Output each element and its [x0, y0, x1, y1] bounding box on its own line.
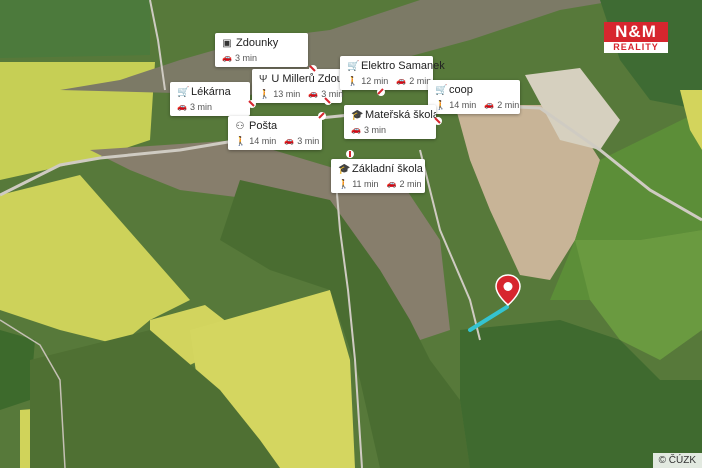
- walk-icon: 🚶: [338, 179, 350, 189]
- field-green-bl: [0, 330, 35, 410]
- car-time: 2 min: [399, 179, 422, 189]
- brand-logo-text: REALITY: [604, 42, 668, 53]
- poi-name: Pošta: [249, 120, 278, 132]
- poi-posta[interactable]: ⚇ Pošta 🚶 14 min 🚗 3 min: [228, 116, 322, 150]
- walk-icon: 🚶: [347, 76, 359, 86]
- poi-zdounky[interactable]: ▣ Zdounky 🚗 3 min: [215, 33, 308, 67]
- poi-lekarna[interactable]: 🛒 Lékárna 🚗 3 min: [170, 82, 250, 116]
- car-time: 3 min: [363, 125, 386, 135]
- car-icon: 🚗: [351, 125, 361, 134]
- walk-icon: 🚶: [259, 89, 271, 99]
- walk-icon: 🚶: [435, 100, 447, 110]
- brand-logo: N&M REALITY: [604, 22, 668, 54]
- car-icon: 🚗: [484, 100, 495, 109]
- map-attribution[interactable]: © ČÚZK: [652, 453, 702, 468]
- walk-time: 11 min: [352, 179, 379, 189]
- car-icon: 🚗: [308, 89, 319, 98]
- walk-time: 14 min: [249, 136, 277, 146]
- poi-elektro[interactable]: 🛒 Elektro Samanek 🚶 12 min 🚗 2 min: [340, 56, 445, 90]
- car-icon: 🚗: [386, 179, 397, 188]
- poi-pointer-icon: [309, 65, 317, 73]
- field-top-left: [0, 0, 150, 58]
- car-icon: 🚗: [177, 102, 187, 111]
- walk-icon: 🚶: [235, 136, 247, 146]
- bus-icon: ▣: [222, 38, 232, 49]
- poi-materska-skola[interactable]: 🎓Mateřská škola Z... 🚗3 min: [344, 105, 436, 139]
- poi-name: Zdounky: [236, 37, 279, 49]
- poi-coop[interactable]: 🛒 coop 🚶 14 min 🚗 2 min: [428, 80, 520, 114]
- school-icon: 🎓: [338, 164, 351, 175]
- car-time: 2 min: [497, 100, 520, 110]
- car-icon: 🚗: [284, 136, 295, 145]
- car-icon: 🚗: [396, 76, 407, 85]
- restaurant-icon: Ψ: [259, 74, 268, 85]
- poi-pointer-icon: [248, 100, 256, 108]
- car-time: 3 min: [297, 136, 320, 146]
- walk-time: 13 min: [273, 89, 301, 99]
- car-time: 3 min: [234, 53, 257, 63]
- poi-pointer-icon: [377, 88, 385, 96]
- location-pin-icon[interactable]: [495, 274, 521, 306]
- post-icon: ⚇: [235, 121, 245, 132]
- poi-name: Základní škola Zd...: [352, 163, 425, 175]
- poi-name: coop: [449, 84, 473, 96]
- brand-logo-mark: N&M: [604, 22, 668, 42]
- poi-name: Lékárna: [191, 86, 231, 98]
- car-time: 3 min: [189, 102, 212, 112]
- shop-cart-icon: 🛒: [347, 61, 360, 72]
- shop-cart-icon: 🛒: [435, 85, 448, 96]
- poi-zakladni-skola[interactable]: 🎓Základní škola Zd... 🚶11 min 🚗2 min: [331, 159, 425, 193]
- poi-pointer-icon: [318, 112, 326, 120]
- poi-pointer-icon: [434, 117, 442, 125]
- walk-time: 14 min: [449, 100, 477, 110]
- school-icon: 🎓: [351, 110, 364, 121]
- car-icon: 🚗: [222, 53, 232, 62]
- poi-name: Elektro Samanek: [361, 60, 445, 72]
- poi-pointer-icon: [324, 97, 332, 105]
- shop-cart-icon: 🛒: [177, 87, 190, 98]
- poi-name: Mateřská škola Z...: [365, 109, 436, 121]
- poi-pointer-icon: [346, 150, 354, 158]
